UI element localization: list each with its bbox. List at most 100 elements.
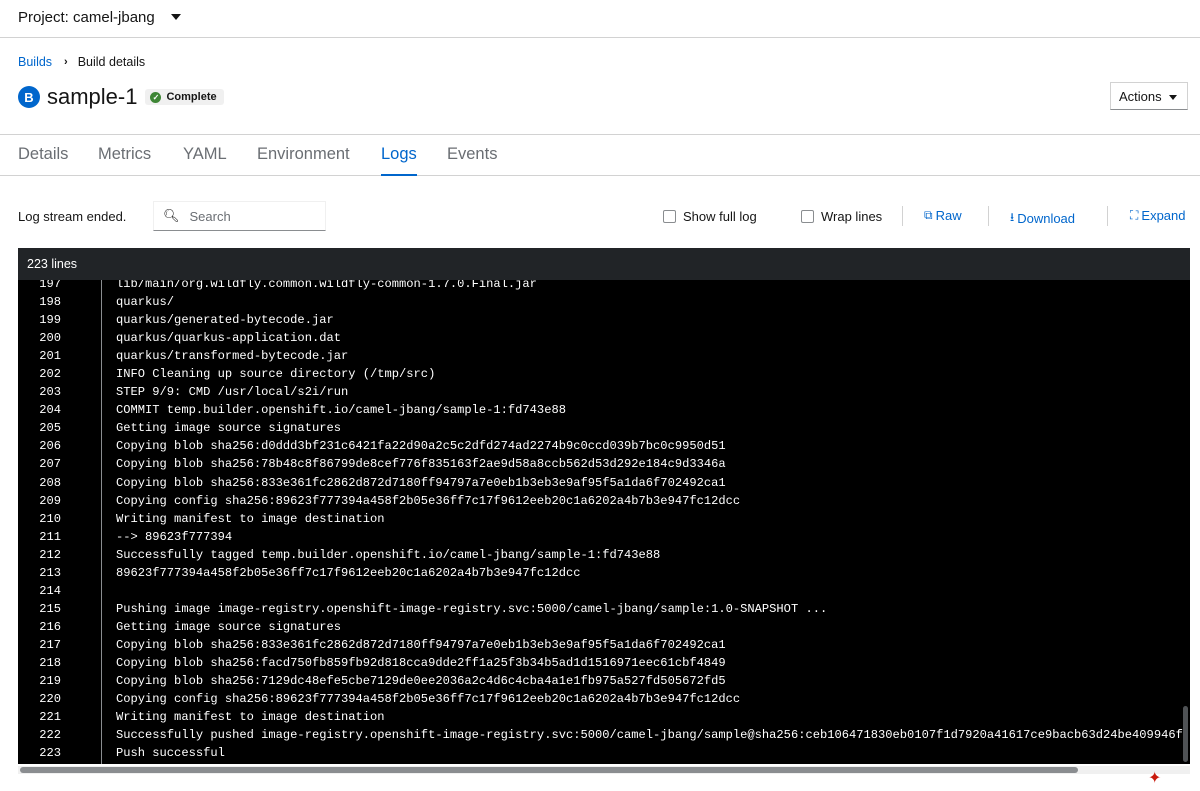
- breadcrumb-builds-link[interactable]: Builds: [18, 55, 52, 69]
- log-line-text: Writing manifest to image destination: [116, 511, 385, 526]
- log-line: 219 Copying blob sha256:7129dc48efe5cbe71…: [18, 672, 1178, 690]
- log-line: 223 Push successful: [18, 744, 1178, 762]
- log-line: 209 Copying config sha256:89623f777394a45…: [18, 492, 1178, 510]
- log-line: 203 STEP 9/9: CMD /usr/local/s2i/run: [18, 383, 1178, 401]
- log-line-text: Successfully pushed image-registry.opens…: [116, 728, 1183, 743]
- breadcrumb-current: Build details: [77, 55, 146, 69]
- build-resource-badge: B: [18, 86, 40, 108]
- log-line: 206 Copying blob sha256:d0ddd3bf231c6421f…: [18, 437, 1178, 455]
- horizontal-scrollbar-track[interactable]: [18, 766, 1190, 774]
- log-line-text: quarkus/: [116, 295, 175, 310]
- log-line-number: 223: [39, 746, 61, 761]
- download-icon[interactable]: ⭳: [1010, 208, 1014, 229]
- expand-label[interactable]: Expand: [1141, 208, 1185, 223]
- log-line-text: quarkus/quarkus-application.dat: [116, 331, 341, 346]
- download-label[interactable]: Download: [1017, 211, 1075, 226]
- tab-details[interactable]: Details: [18, 145, 68, 164]
- tab-metrics[interactable]: Metrics: [98, 145, 151, 164]
- log-line: 213 89623f777394a458f2b05e36ff7c17f9612ee…: [18, 564, 1178, 582]
- log-line: 198 quarkus/: [18, 293, 1178, 311]
- divider: [988, 206, 989, 226]
- caret-down-icon[interactable]: [171, 14, 181, 20]
- checkbox-icon[interactable]: [801, 210, 814, 223]
- check-circle-icon: ✓: [150, 91, 162, 103]
- log-content[interactable]: 197 lib/main/org.wildfly.common.wildfly-c…: [18, 280, 1190, 764]
- log-line-number: 220: [39, 692, 61, 707]
- log-line: 207 Copying blob sha256:78b48c8f86799de8c…: [18, 455, 1178, 473]
- actions-label[interactable]: Actions: [1119, 89, 1162, 104]
- tab-bar: Details Metrics YAML Environment Logs Ev…: [0, 134, 1200, 176]
- log-line: 217 Copying blob sha256:833e361fc2862d872…: [18, 636, 1178, 654]
- log-line: 214: [18, 582, 1178, 600]
- log-line-text: Successfully tagged temp.builder.openshi…: [116, 547, 661, 562]
- vertical-scrollbar[interactable]: [1183, 706, 1188, 762]
- horizontal-scrollbar[interactable]: [20, 767, 1078, 773]
- divider: [1107, 206, 1108, 226]
- log-line-text: Copying blob sha256:833e361fc2862d872d71…: [116, 637, 726, 652]
- log-line: 216 Getting image source signatures: [18, 618, 1178, 636]
- status-label: Complete: [166, 91, 217, 103]
- log-line-number: 212: [39, 547, 61, 562]
- log-line-number: 201: [39, 349, 61, 364]
- download-button[interactable]: ⭳ Download: [1010, 208, 1075, 229]
- log-line-number: 216: [39, 619, 61, 634]
- log-line-text: Getting image source signatures: [116, 619, 341, 634]
- log-line: 204 COMMIT temp.builder.openshift.io/came…: [18, 401, 1178, 419]
- show-full-log-label[interactable]: Show full log: [683, 209, 757, 224]
- log-line-number: 206: [39, 439, 61, 454]
- log-lines: 197 lib/main/org.wildfly.common.wildfly-c…: [18, 280, 1183, 762]
- divider: [902, 206, 903, 226]
- log-line-text: quarkus/transformed-bytecode.jar: [116, 349, 349, 364]
- expand-button[interactable]: ⛶ Expand: [1130, 208, 1186, 223]
- project-label[interactable]: Project: camel-jbang: [18, 9, 155, 26]
- raw-label[interactable]: Raw: [936, 208, 962, 223]
- log-line-text: Pushing image image-registry.openshift-i…: [116, 601, 828, 616]
- log-line-text: Writing manifest to image destination: [116, 710, 385, 725]
- wrap-lines-label[interactable]: Wrap lines: [821, 209, 882, 224]
- tab-yaml[interactable]: YAML: [183, 145, 227, 164]
- tab-environment[interactable]: Environment: [257, 145, 350, 164]
- log-line-number: 217: [39, 637, 61, 652]
- wrap-lines-checkbox[interactable]: Wrap lines: [801, 209, 882, 224]
- log-line: 208 Copying blob sha256:833e361fc2862d872…: [18, 474, 1178, 492]
- log-line: 197 lib/main/org.wildfly.common.wildfly-c…: [18, 280, 1178, 293]
- log-line-text: Copying blob sha256:78b48c8f86799de8cef7…: [116, 457, 726, 472]
- log-line-number: 222: [39, 728, 61, 743]
- log-line-text: quarkus/generated-bytecode.jar: [116, 313, 334, 328]
- log-line-number: 197: [39, 280, 61, 291]
- log-line-text: Copying config sha256:89623f777394a458f2…: [116, 692, 741, 707]
- log-line-number: 208: [39, 475, 61, 490]
- log-line-number: 210: [39, 511, 61, 526]
- show-full-log-checkbox[interactable]: Show full log: [663, 209, 757, 224]
- checkbox-icon[interactable]: [663, 210, 676, 223]
- quickstart-icon[interactable]: ✦: [1148, 768, 1188, 791]
- log-stream-status: Log stream ended.: [18, 209, 127, 224]
- log-line: 202 INFO Cleaning up source directory (/t…: [18, 365, 1178, 383]
- log-line: 205 Getting image source signatures: [18, 419, 1178, 437]
- log-line-number: 204: [39, 403, 61, 418]
- log-line-text: Push successful: [116, 746, 225, 761]
- external-window-icon[interactable]: ⧉: [924, 208, 933, 223]
- log-line-number: 221: [39, 710, 61, 725]
- log-line: 211 --> 89623f777394: [18, 528, 1178, 546]
- log-line-text: Copying blob sha256:d0ddd3bf231c6421fa22…: [116, 439, 726, 454]
- caret-down-icon[interactable]: [1169, 95, 1177, 100]
- log-line-text: Copying config sha256:89623f777394a458f2…: [116, 493, 741, 508]
- expand-icon[interactable]: ⛶: [1130, 208, 1138, 223]
- search-input[interactable]: [187, 207, 322, 225]
- actions-dropdown[interactable]: Actions: [1110, 82, 1188, 110]
- log-line-number: 213: [39, 565, 61, 580]
- raw-button[interactable]: ⧉ Raw: [924, 208, 962, 223]
- tab-logs[interactable]: Logs: [381, 145, 417, 176]
- tab-events[interactable]: Events: [447, 145, 497, 164]
- project-selector[interactable]: Project: camel-jbang: [0, 0, 1200, 38]
- log-line: 210 Writing manifest to image destination: [18, 510, 1178, 528]
- log-line: 201 quarkus/transformed-bytecode.jar: [18, 347, 1178, 365]
- log-line-number: 215: [39, 601, 61, 616]
- log-viewer[interactable]: 223 lines 197 lib/main/org.wildfly.common…: [18, 248, 1190, 764]
- status-badge: ✓ Complete: [145, 89, 224, 105]
- log-line-number: 199: [39, 313, 61, 328]
- log-search[interactable]: 🔍︎: [153, 201, 326, 231]
- log-line: 212 Successfully tagged temp.builder.open…: [18, 546, 1178, 564]
- log-line-number: 209: [39, 493, 61, 508]
